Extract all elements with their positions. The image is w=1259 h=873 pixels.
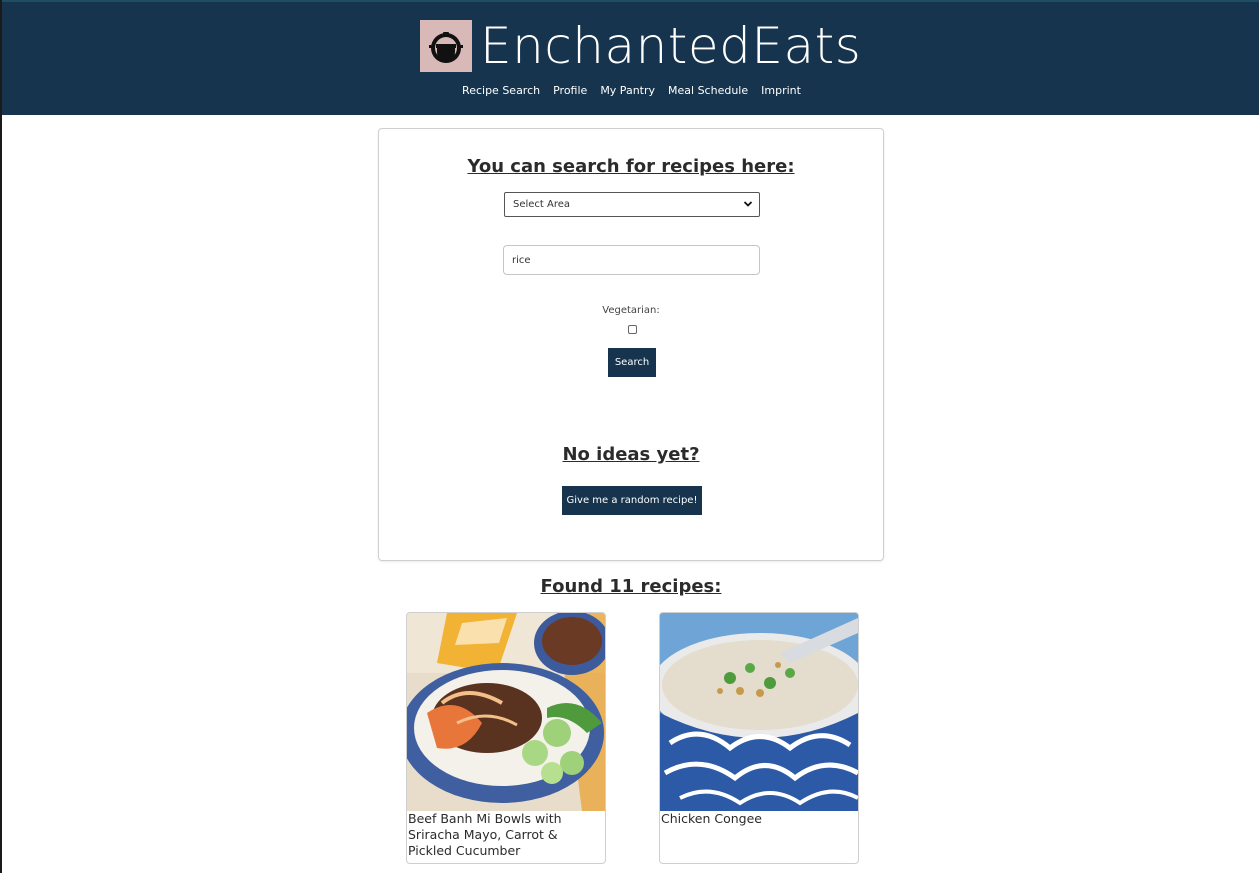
cooking-pot-icon: [420, 20, 472, 72]
search-heading: You can search for recipes here:: [467, 156, 795, 177]
random-recipe-button[interactable]: Give me a random recipe!: [562, 486, 702, 515]
random-heading: No ideas yet?: [562, 444, 700, 465]
chevron-down-icon: [743, 201, 753, 207]
nav-item-recipe-search[interactable]: Recipe Search: [462, 84, 540, 97]
nav-item-my-pantry[interactable]: My Pantry: [600, 84, 655, 97]
recipe-card[interactable]: Beef Banh Mi Bowls with Sriracha Mayo, C…: [406, 612, 606, 864]
beef-banh-mi-bowl-photo: [407, 613, 605, 811]
recipe-card[interactable]: Chicken Congee: [659, 612, 859, 864]
nav-item-meal-schedule[interactable]: Meal Schedule: [668, 84, 748, 97]
search-button[interactable]: Search: [608, 348, 656, 377]
nav-item-profile[interactable]: Profile: [553, 84, 587, 97]
area-select-value: Select Area: [513, 199, 571, 210]
recipe-title: Beef Banh Mi Bowls with Sriracha Mayo, C…: [408, 811, 562, 858]
top-header: EnchantedEats Recipe Search Profile My P…: [2, 0, 1259, 115]
vegetarian-label: Vegetarian:: [602, 305, 660, 316]
brand[interactable]: EnchantedEats: [420, 18, 861, 74]
chicken-congee-photo: [660, 613, 858, 811]
results-heading: Found 11 recipes:: [540, 576, 722, 597]
nav-item-imprint[interactable]: Imprint: [761, 84, 801, 97]
area-select[interactable]: Select Area: [504, 192, 760, 217]
vegetarian-checkbox[interactable]: [628, 325, 637, 334]
brand-name: EnchantedEats: [480, 17, 862, 75]
main-nav: Recipe Search Profile My Pantry Meal Sch…: [2, 84, 1259, 97]
search-input[interactable]: rice: [503, 245, 760, 275]
recipe-title: Chicken Congee: [661, 811, 762, 826]
